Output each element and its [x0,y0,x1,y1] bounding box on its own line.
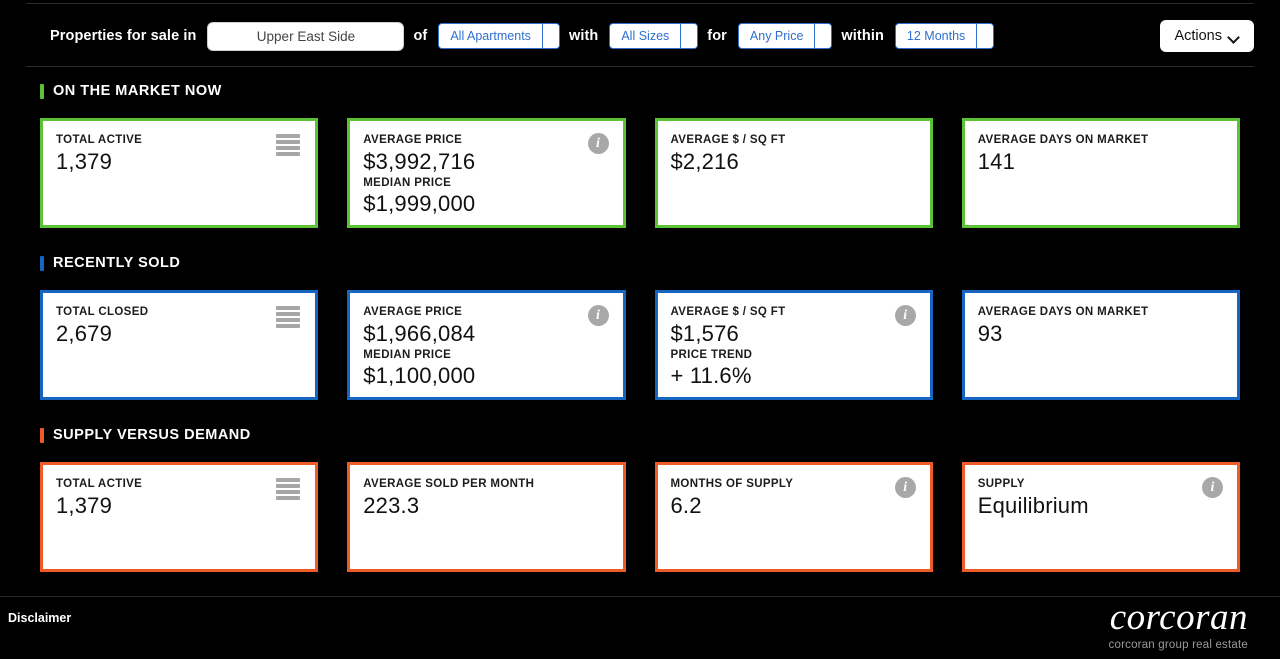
logo-wordmark: corcoran [1109,597,1248,638]
corcoran-logo: corcoran corcoran group real estate [1109,599,1254,651]
filter-sep-within: within [841,28,884,44]
section-header: RECENTLY SOLD [40,250,1240,276]
metric-card-average-days-on-market[interactable]: AVERAGE DAYS ON MARKET 93 [961,290,1240,400]
chevron-down-icon [1229,33,1240,40]
metric-label: AVERAGE SOLD PER MONTH [363,478,535,490]
metric-label: AVERAGE $ / SQ FT [670,306,786,318]
metric-card-average-price-per-sq-ft[interactable]: AVERAGE $ / SQ FT $2,216 [654,118,933,228]
metric-value: 223.3 [363,492,420,518]
metric-value: 1,379 [56,492,113,518]
section-accent-bar [40,83,44,99]
metric-label: AVERAGE DAYS ON MARKET [977,134,1149,146]
metric-card-average-days-on-market[interactable]: AVERAGE DAYS ON MARKET 141 [961,118,1240,228]
metric-value: 2,679 [56,320,113,346]
metric-value: 1,379 [56,148,113,174]
metric-card-row: TOTAL CLOSED 2,679 AVERAGE PRICE $1,966,084… [40,290,1240,400]
metric-card-average-price[interactable]: AVERAGE PRICE $1,966,084 MEDIAN PRICE $1,10… [347,290,626,400]
property-type-value: All Apartments [450,29,531,43]
price-dropdown[interactable]: Any Price [737,23,833,49]
chevron-down-icon [814,24,832,48]
info-icon[interactable]: i [894,477,916,498]
actions-button[interactable]: Actions [1160,20,1254,52]
chevron-down-icon [680,24,698,48]
metric-card-total-closed[interactable]: TOTAL CLOSED 2,679 [40,290,319,400]
chevron-down-icon [541,24,559,48]
metric-value: 93 [977,320,1003,346]
metric-card-supply[interactable]: SUPPLY Equilibrium i [961,462,1240,572]
section-accent-bar [40,255,44,271]
metric-card-total-active[interactable]: TOTAL ACTIVE 1,379 [40,118,319,228]
metric-label: MONTHS OF SUPPLY [670,478,794,490]
size-dropdown[interactable]: All Sizes [609,23,699,49]
list-icon[interactable] [276,478,301,500]
metric-value-secondary: $1,100,000 [363,363,476,389]
metric-label: TOTAL ACTIVE [56,134,143,146]
section-title: RECENTLY SOLD [53,255,181,271]
metric-label-secondary: MEDIAN PRICE [363,348,452,361]
metric-label: TOTAL CLOSED [56,306,149,318]
section-header: ON THE MARKET NOW [40,78,1240,104]
metric-value-secondary: + 11.6% [670,363,752,389]
metric-value: 141 [977,148,1016,174]
size-value: All Sizes [621,29,670,43]
section-title: ON THE MARKET NOW [53,83,222,99]
metric-label-secondary: PRICE TREND [670,348,753,361]
section-on-the-market-now: ON THE MARKET NOW TOTAL ACTIVE 1,379 AVERAG… [40,78,1240,228]
metric-label: AVERAGE DAYS ON MARKET [977,306,1149,318]
metric-card-row: TOTAL ACTIVE 1,379 AVERAGE PRICE $3,992,716… [40,118,1240,228]
metric-label: TOTAL ACTIVE [56,478,143,490]
info-icon[interactable]: i [894,305,916,326]
filter-sep-with: with [568,28,599,44]
actions-button-label: Actions [1174,28,1222,44]
metric-value: $3,992,716 [363,148,476,174]
top-divider [26,3,1254,4]
section-recently-sold: RECENTLY SOLD TOTAL CLOSED 2,679 AVERAGE PR… [40,250,1240,400]
metric-value: 6.2 [670,492,702,518]
location-search-input[interactable] [207,21,405,51]
metric-label: SUPPLY [977,478,1025,490]
metric-card-average-price-per-sq-ft[interactable]: AVERAGE $ / SQ FT $1,576 PRICE TREND + 11.6… [654,290,933,400]
info-icon[interactable]: i [587,305,609,326]
section-title: SUPPLY VERSUS DEMAND [53,427,251,443]
metric-label-secondary: MEDIAN PRICE [363,176,452,189]
metric-value: $1,966,084 [363,320,476,346]
metric-label: AVERAGE $ / SQ FT [670,134,786,146]
filter-sep-for: for [707,28,727,44]
section-accent-bar [40,427,44,443]
metric-value: Equilibrium [977,492,1089,518]
metric-card-average-sold-per-month[interactable]: AVERAGE SOLD PER MONTH 223.3 [347,462,626,572]
metric-card-total-active[interactable]: TOTAL ACTIVE 1,379 [40,462,319,572]
header-divider [26,66,1254,67]
price-value: Any Price [749,29,804,43]
footer: Disclaimer corcoran corcoran group real … [0,597,1280,659]
metric-card-average-price[interactable]: AVERAGE PRICE $3,992,716 MEDIAN PRICE $1,99… [347,118,626,228]
metric-card-months-of-supply[interactable]: MONTHS OF SUPPLY 6.2 i [654,462,933,572]
disclaimer-link[interactable]: Disclaimer [8,611,71,625]
list-icon[interactable] [276,306,301,328]
timeframe-dropdown[interactable]: 12 Months [894,23,995,49]
logo-tagline: corcoran group real estate [1108,639,1248,651]
filter-bar: Properties for sale in of All Apartments… [0,10,1280,62]
list-icon[interactable] [276,134,301,156]
dashboard-sections: ON THE MARKET NOW TOTAL ACTIVE 1,379 AVERAG… [0,78,1280,594]
metric-value: $1,576 [670,320,739,346]
info-icon[interactable]: i [1202,477,1223,498]
property-type-dropdown[interactable]: All Apartments [438,23,560,49]
metric-label: AVERAGE PRICE [363,306,463,318]
chevron-down-icon [976,24,994,48]
filter-sep-of: of [413,28,428,44]
metric-card-row: TOTAL ACTIVE 1,379 AVERAGE SOLD PER MONTH 2… [40,462,1240,572]
metric-value: $2,216 [670,148,739,174]
section-supply-versus-demand: SUPPLY VERSUS DEMAND TOTAL ACTIVE 1,379 AVE… [40,422,1240,572]
filter-prefix-label: Properties for sale in [50,28,197,44]
info-icon[interactable]: i [587,133,609,154]
section-header: SUPPLY VERSUS DEMAND [40,422,1240,448]
metric-label: AVERAGE PRICE [363,134,463,146]
timeframe-value: 12 Months [906,29,966,43]
metric-value-secondary: $1,999,000 [363,191,476,217]
